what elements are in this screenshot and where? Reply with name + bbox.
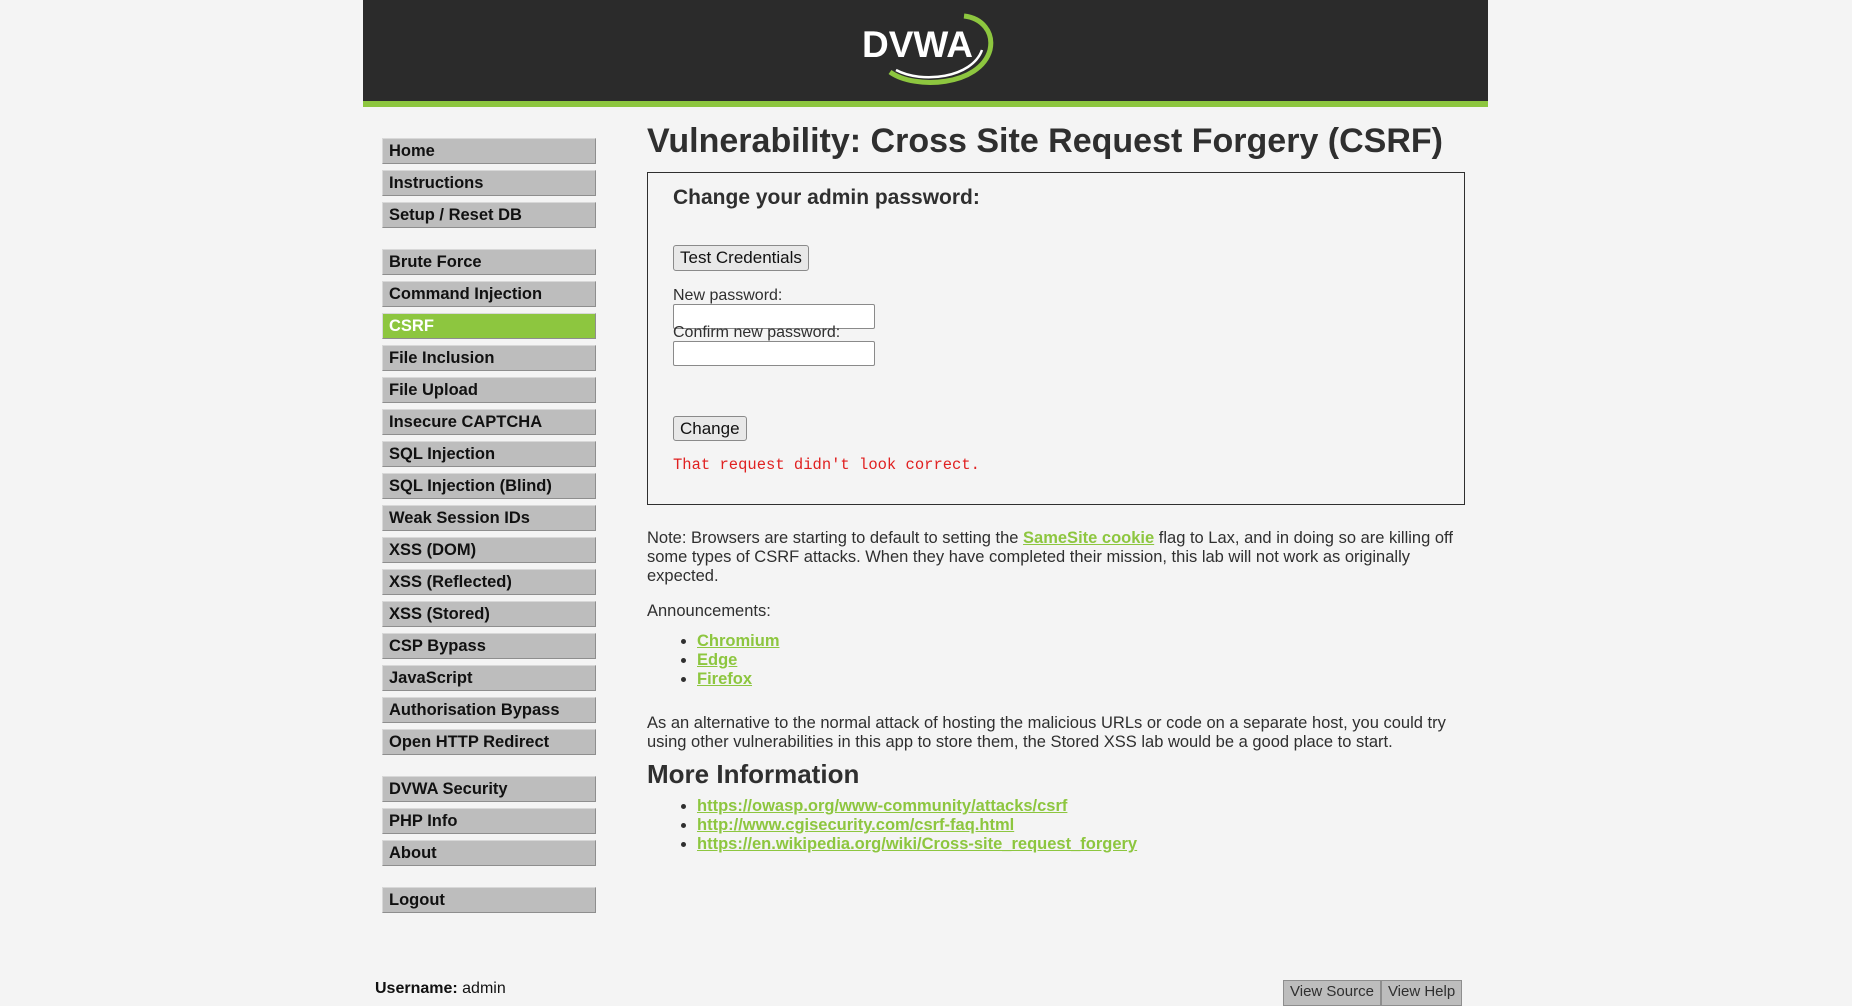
- new-password-label: New password:: [673, 287, 783, 304]
- more-info-heading: More Information: [647, 759, 860, 789]
- change-button[interactable]: Change: [673, 416, 747, 441]
- main-content: Vulnerability: Cross Site Request Forger…: [647, 118, 1469, 854]
- footer-username: Username: admin: [375, 980, 506, 998]
- menu-item-instructions[interactable]: Instructions: [382, 170, 596, 196]
- confirm-password-input[interactable]: [673, 341, 875, 366]
- menu-item-xss-dom[interactable]: XSS (DOM): [382, 537, 596, 563]
- menu-block: Home Instructions Setup / Reset DB: [382, 138, 596, 228]
- list-item: https://en.wikipedia.org/wiki/Cross-site…: [697, 835, 1469, 854]
- list-item: http://www.cgisecurity.com/csrf-faq.html: [697, 816, 1469, 835]
- username-value: admin: [462, 980, 506, 997]
- menu-block: Brute Force Command Injection CSRF File Inc…: [382, 249, 596, 755]
- announcements-label: Announcements:: [647, 602, 771, 620]
- menu-item-xss-reflected[interactable]: XSS (Reflected): [382, 569, 596, 595]
- note-text-before: Note: Browsers are starting to default t…: [647, 529, 1024, 547]
- menu-item-php-info[interactable]: PHP Info: [382, 808, 596, 834]
- page-container: DVWA Home Instructions Setup / Reset DB Bru…: [363, 0, 1488, 1006]
- menu-item-sql-injection-blind[interactable]: SQL Injection (Blind): [382, 473, 596, 499]
- samesite-cookie-link[interactable]: SameSite cookie: [1023, 529, 1154, 547]
- announcements-list: ChromiumEdgeFirefox: [647, 632, 1469, 689]
- menu-item-javascript[interactable]: JavaScript: [382, 665, 596, 691]
- announcement-link[interactable]: Firefox: [697, 670, 752, 688]
- alternative-text: As an alternative to the normal attack o…: [647, 714, 1446, 751]
- list-item: https://owasp.org/www-community/attacks/…: [697, 797, 1469, 816]
- username-label: Username:: [375, 980, 458, 997]
- header: DVWA: [363, 0, 1488, 107]
- menu-item-xss-stored[interactable]: XSS (Stored): [382, 601, 596, 627]
- menu-block: DVWA Security PHP Info About: [382, 776, 596, 866]
- more-info-list: https://owasp.org/www-community/attacks/…: [647, 797, 1469, 854]
- change-password-box: Change your admin password: Test Credent…: [647, 172, 1465, 505]
- announcement-link[interactable]: Chromium: [697, 632, 780, 650]
- menu-item-logout[interactable]: Logout: [382, 887, 596, 913]
- menu-item-dvwa-security[interactable]: DVWA Security: [382, 776, 596, 802]
- menu-item-about[interactable]: About: [382, 840, 596, 866]
- menu-item-home[interactable]: Home: [382, 138, 596, 164]
- test-credentials-button[interactable]: Test Credentials: [673, 245, 809, 271]
- more-info-link[interactable]: https://owasp.org/www-community/attacks/…: [697, 797, 1067, 815]
- menu-item-sql-injection[interactable]: SQL Injection: [382, 441, 596, 467]
- more-info-link[interactable]: http://www.cgisecurity.com/csrf-faq.html: [697, 816, 1014, 834]
- error-message: That request didn't look correct.: [673, 456, 980, 474]
- menu-block: Logout: [382, 887, 596, 913]
- footer-buttons: View Source View Help: [1283, 980, 1463, 1006]
- sidebar-menu: Home Instructions Setup / Reset DB Brute Fo…: [382, 138, 596, 934]
- confirm-password-label: Confirm new password:: [673, 324, 841, 341]
- samesite-note: Note: Browsers are starting to default t…: [647, 529, 1469, 586]
- list-item: Firefox: [697, 670, 1469, 689]
- announcement-link[interactable]: Edge: [697, 651, 737, 669]
- dvwa-logo: DVWA: [862, 13, 994, 85]
- list-item: Edge: [697, 651, 1469, 670]
- list-item: Chromium: [697, 632, 1469, 651]
- menu-item-insecure-captcha[interactable]: Insecure CAPTCHA: [382, 409, 596, 435]
- menu-item-setup-reset-db[interactable]: Setup / Reset DB: [382, 202, 596, 228]
- menu-item-file-upload[interactable]: File Upload: [382, 377, 596, 403]
- view-help-button[interactable]: View Help: [1380, 980, 1463, 1006]
- box-heading: Change your admin password:: [673, 186, 980, 209]
- menu-item-brute-force[interactable]: Brute Force: [382, 249, 596, 275]
- more-info-link[interactable]: https://en.wikipedia.org/wiki/Cross-site…: [697, 835, 1137, 853]
- menu-item-authorisation-bypass[interactable]: Authorisation Bypass: [382, 697, 596, 723]
- view-source-button[interactable]: View Source: [1283, 980, 1381, 1006]
- menu-item-weak-session-ids[interactable]: Weak Session IDs: [382, 505, 596, 531]
- menu-item-csp-bypass[interactable]: CSP Bypass: [382, 633, 596, 659]
- page-title: Vulnerability: Cross Site Request Forger…: [647, 122, 1443, 160]
- menu-item-open-http-redirect[interactable]: Open HTTP Redirect: [382, 729, 596, 755]
- menu-item-command-injection[interactable]: Command Injection: [382, 281, 596, 307]
- menu-item-file-inclusion[interactable]: File Inclusion: [382, 345, 596, 371]
- svg-text:DVWA: DVWA: [862, 24, 973, 65]
- menu-item-csrf[interactable]: CSRF: [382, 313, 596, 339]
